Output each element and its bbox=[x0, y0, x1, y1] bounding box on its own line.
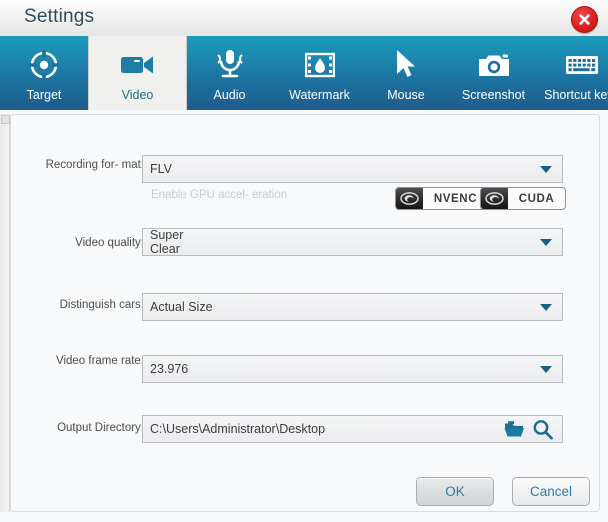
tab-audio[interactable]: Audio bbox=[187, 36, 272, 110]
ok-button[interactable]: OK bbox=[416, 477, 494, 506]
tab-label: Shortcut keys bbox=[544, 88, 608, 102]
folder-open-button[interactable] bbox=[504, 420, 525, 443]
cancel-button[interactable]: Cancel bbox=[512, 477, 590, 506]
title-bar: Settings bbox=[0, 0, 608, 37]
tab-label: Mouse bbox=[387, 88, 425, 102]
output-directory-label: Output Directory: bbox=[29, 422, 144, 435]
tab-mouse[interactable]: Mouse bbox=[367, 36, 445, 110]
close-button[interactable] bbox=[571, 6, 598, 33]
chevron-down-icon bbox=[540, 366, 552, 373]
window-title: Settings bbox=[24, 6, 94, 28]
tab-label: Watermark bbox=[289, 88, 350, 102]
keyboard-icon bbox=[565, 48, 599, 82]
cancel-button-label: Cancel bbox=[530, 484, 572, 499]
distinguish-cars-value: Actual Size bbox=[143, 300, 213, 314]
tab-label: Video bbox=[122, 88, 154, 102]
video-camera-icon bbox=[120, 48, 156, 82]
output-directory-value: C:\Users\Administrator\Desktop bbox=[143, 422, 325, 436]
tab-watermark[interactable]: Watermark bbox=[272, 36, 367, 110]
ok-button-label: OK bbox=[445, 484, 465, 499]
tab-target[interactable]: Target bbox=[0, 36, 88, 110]
panel-scroll-rail[interactable] bbox=[0, 114, 10, 512]
video-quality-select[interactable]: Super Clear bbox=[142, 228, 563, 256]
nvidia-eye-icon bbox=[396, 188, 423, 209]
close-icon bbox=[577, 12, 592, 27]
recording-format-value: FLV bbox=[143, 162, 172, 176]
tab-label: Target bbox=[27, 88, 62, 102]
folder-open-icon bbox=[504, 420, 525, 438]
video-quality-value: Super Clear bbox=[143, 228, 183, 256]
tab-label: Screenshot bbox=[462, 88, 525, 102]
target-icon bbox=[28, 48, 60, 82]
nvenc-label: NVENC bbox=[423, 188, 488, 209]
tab-video[interactable]: Video bbox=[88, 36, 187, 110]
video-frame-rate-label: Video frame rate: bbox=[29, 355, 144, 368]
settings-panel: Recording for- mat: FLV Enable GPU accel… bbox=[0, 110, 608, 522]
cuda-label: CUDA bbox=[508, 188, 565, 209]
distinguish-cars-label: Distinguish cars: bbox=[29, 299, 144, 312]
scroll-up-button[interactable] bbox=[1, 115, 10, 124]
recording-format-label: Recording for- mat: bbox=[39, 159, 144, 172]
video-settings-form: Recording for- mat: FLV Enable GPU accel… bbox=[10, 114, 600, 512]
cursor-arrow-icon bbox=[394, 48, 418, 82]
watermark-film-icon bbox=[305, 48, 335, 82]
nvidia-eye-icon bbox=[481, 188, 508, 209]
video-frame-rate-value: 23.976 bbox=[143, 362, 188, 376]
tab-bar: Target Video bbox=[0, 36, 608, 110]
output-directory-field[interactable]: C:\Users\Administrator\Desktop bbox=[142, 415, 563, 443]
microphone-icon bbox=[215, 48, 245, 82]
nvenc-toggle[interactable]: NVENC bbox=[395, 187, 489, 210]
camera-icon bbox=[478, 48, 510, 82]
chevron-down-icon bbox=[540, 304, 552, 311]
video-quality-label: Video quality: bbox=[29, 237, 144, 250]
recording-format-select[interactable]: FLV bbox=[142, 155, 563, 183]
chevron-down-icon bbox=[540, 239, 552, 246]
cuda-toggle[interactable]: CUDA bbox=[480, 187, 566, 210]
distinguish-cars-select[interactable]: Actual Size bbox=[142, 293, 563, 321]
gpu-acceleration-label: Enable GPU accel- eration bbox=[151, 189, 311, 202]
chevron-down-icon bbox=[540, 166, 552, 173]
tab-label: Audio bbox=[214, 88, 246, 102]
browse-directory-button[interactable] bbox=[532, 419, 554, 445]
settings-window: Settings Target bbox=[0, 0, 608, 522]
tab-screenshot[interactable]: Screenshot bbox=[445, 36, 542, 110]
tab-shortcut-keys[interactable]: Shortcut keys bbox=[542, 36, 608, 110]
search-magnifier-icon bbox=[532, 419, 554, 440]
video-frame-rate-select[interactable]: 23.976 bbox=[142, 355, 563, 383]
